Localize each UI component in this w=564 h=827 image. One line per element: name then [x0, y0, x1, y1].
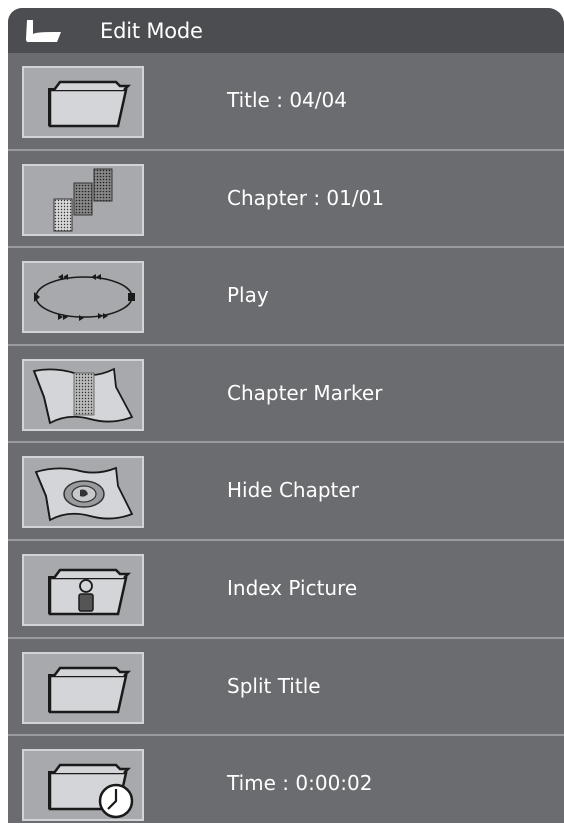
menu-item-play[interactable]: Play: [8, 248, 564, 346]
menu-item-label: Title : 04/04: [227, 88, 347, 112]
edit-mode-panel: Edit Mode Title : 04/04 Chapter: 01/01 …: [8, 8, 564, 823]
menu-item-title[interactable]: Title : 04/04: [8, 53, 564, 151]
thumbnail: [22, 66, 144, 138]
thumbnail: [22, 651, 144, 724]
menu-item-chapter-marker[interactable]: Chapter Marker: [8, 346, 564, 444]
menu-item-label: Split Title: [227, 673, 321, 698]
thumbnail: [22, 163, 144, 236]
menu-item-time[interactable]: Time : 0:00:02: [8, 736, 564, 823]
menu-item-label: Play: [227, 283, 269, 308]
thumbnail: [22, 261, 144, 334]
menu-item-chapter[interactable]: Chapter : 01/01: [8, 151, 564, 249]
header-bar: Edit Mode: [8, 8, 564, 53]
menu-list: Title : 04/04 Chapter: 01/01 Play Chapt…: [8, 53, 564, 823]
thumbnail: [22, 749, 144, 822]
hide-chapter-icon: [34, 467, 134, 522]
page-title: Edit Mode: [100, 19, 203, 43]
thumbnail: [22, 456, 144, 529]
folder-icon: [48, 80, 132, 128]
menu-item-index-picture[interactable]: Index Picture: [8, 541, 564, 639]
menu-item-label: Chapter Marker: [227, 380, 383, 405]
menu-item-label: Index Picture: [227, 575, 358, 600]
index-picture-icon: [48, 568, 132, 616]
menu-item-label: Time : 0:00:02: [227, 771, 373, 796]
time-folder-icon: [48, 763, 134, 819]
back-arrow-icon[interactable]: [24, 18, 64, 44]
chapter-stack-icon: [53, 168, 113, 232]
thumbnail: [22, 358, 144, 431]
menu-item-label: Chapter : 01/01: [227, 185, 385, 210]
menu-item-split-title[interactable]: Split Title: [8, 639, 564, 737]
menu-item-hide-chapter[interactable]: Hide Chapter: [8, 443, 564, 541]
thumbnail: [22, 553, 144, 626]
split-title-icon: [48, 666, 132, 713]
chapter-marker-icon: [32, 367, 134, 425]
play-loop-icon: [34, 274, 135, 322]
menu-item-label: Hide Chapter: [227, 478, 359, 503]
